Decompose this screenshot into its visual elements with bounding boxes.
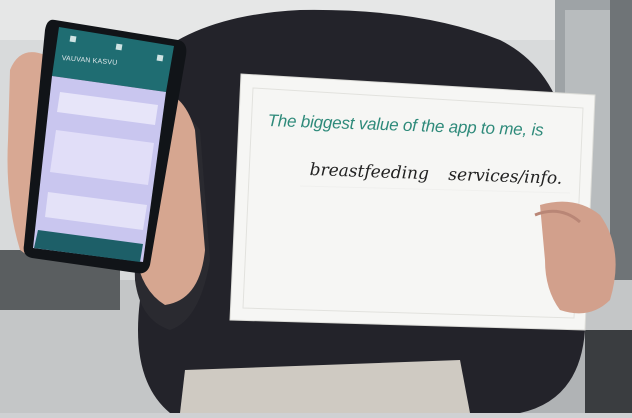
photo-scene: VAUVAN KASVU The biggest value of the ap… [0, 0, 632, 413]
sign-card [229, 73, 616, 331]
